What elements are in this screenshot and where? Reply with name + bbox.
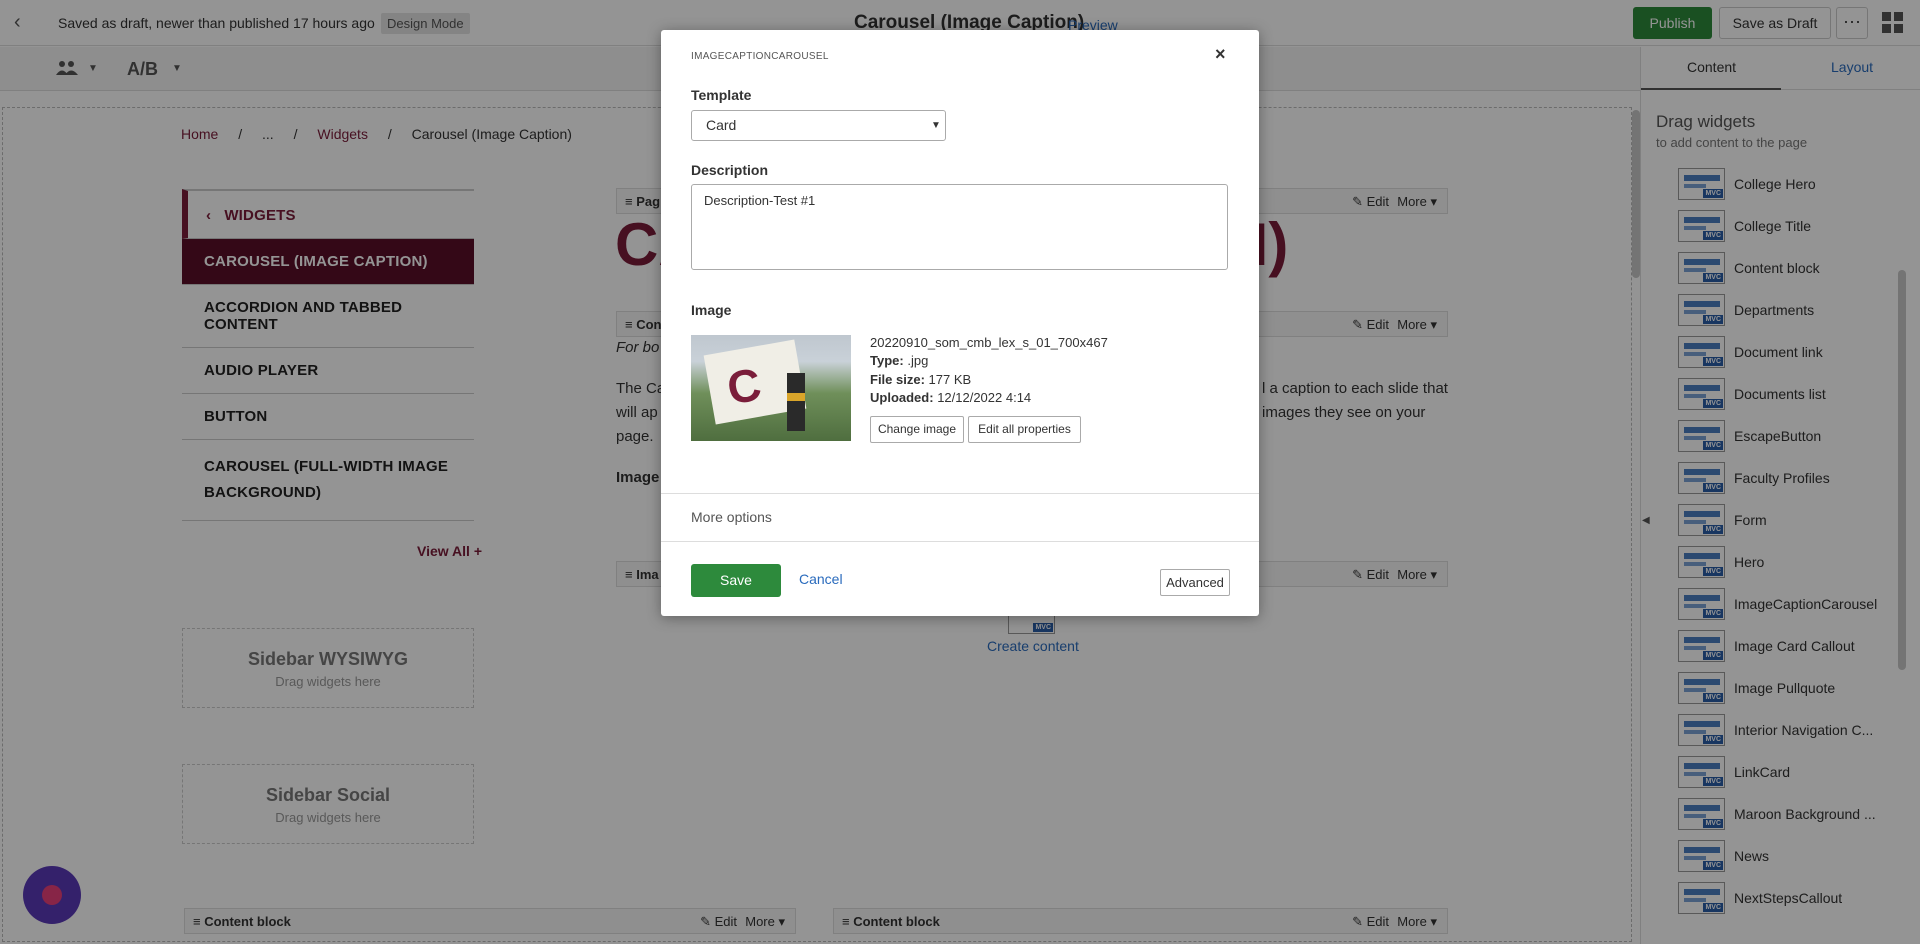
- change-image-button[interactable]: Change image: [870, 416, 964, 443]
- image-label: Image: [691, 302, 732, 318]
- image-file-size: File size: 177 KB: [870, 372, 972, 387]
- divider: [661, 493, 1259, 494]
- template-select[interactable]: Card: [691, 110, 946, 141]
- save-button[interactable]: Save: [691, 564, 781, 597]
- description-label: Description: [691, 162, 769, 178]
- description-textarea[interactable]: Description-Test #1: [691, 184, 1228, 270]
- image-uploaded: Uploaded: 12/12/2022 4:14: [870, 390, 1032, 405]
- close-icon[interactable]: ×: [1215, 44, 1226, 65]
- dialog-widget-name: IMAGECAPTIONCAROUSEL: [691, 51, 829, 62]
- cancel-link[interactable]: Cancel: [799, 571, 843, 587]
- widget-edit-dialog: IMAGECAPTIONCAROUSEL × Template Card ▼ D…: [661, 30, 1259, 616]
- flag-logo-icon: C: [723, 357, 766, 415]
- template-label: Template: [691, 87, 752, 103]
- more-options-toggle[interactable]: More options: [691, 509, 772, 525]
- image-thumbnail: C: [691, 335, 851, 441]
- image-file-name: 20220910_som_cmb_lex_s_01_700x467: [870, 335, 1108, 350]
- divider: [661, 541, 1259, 542]
- edit-all-properties-button[interactable]: Edit all properties: [968, 416, 1081, 443]
- image-type: Type: .jpg: [870, 353, 929, 368]
- advanced-button[interactable]: Advanced: [1160, 569, 1230, 596]
- chevron-down-icon: ▼: [931, 120, 941, 131]
